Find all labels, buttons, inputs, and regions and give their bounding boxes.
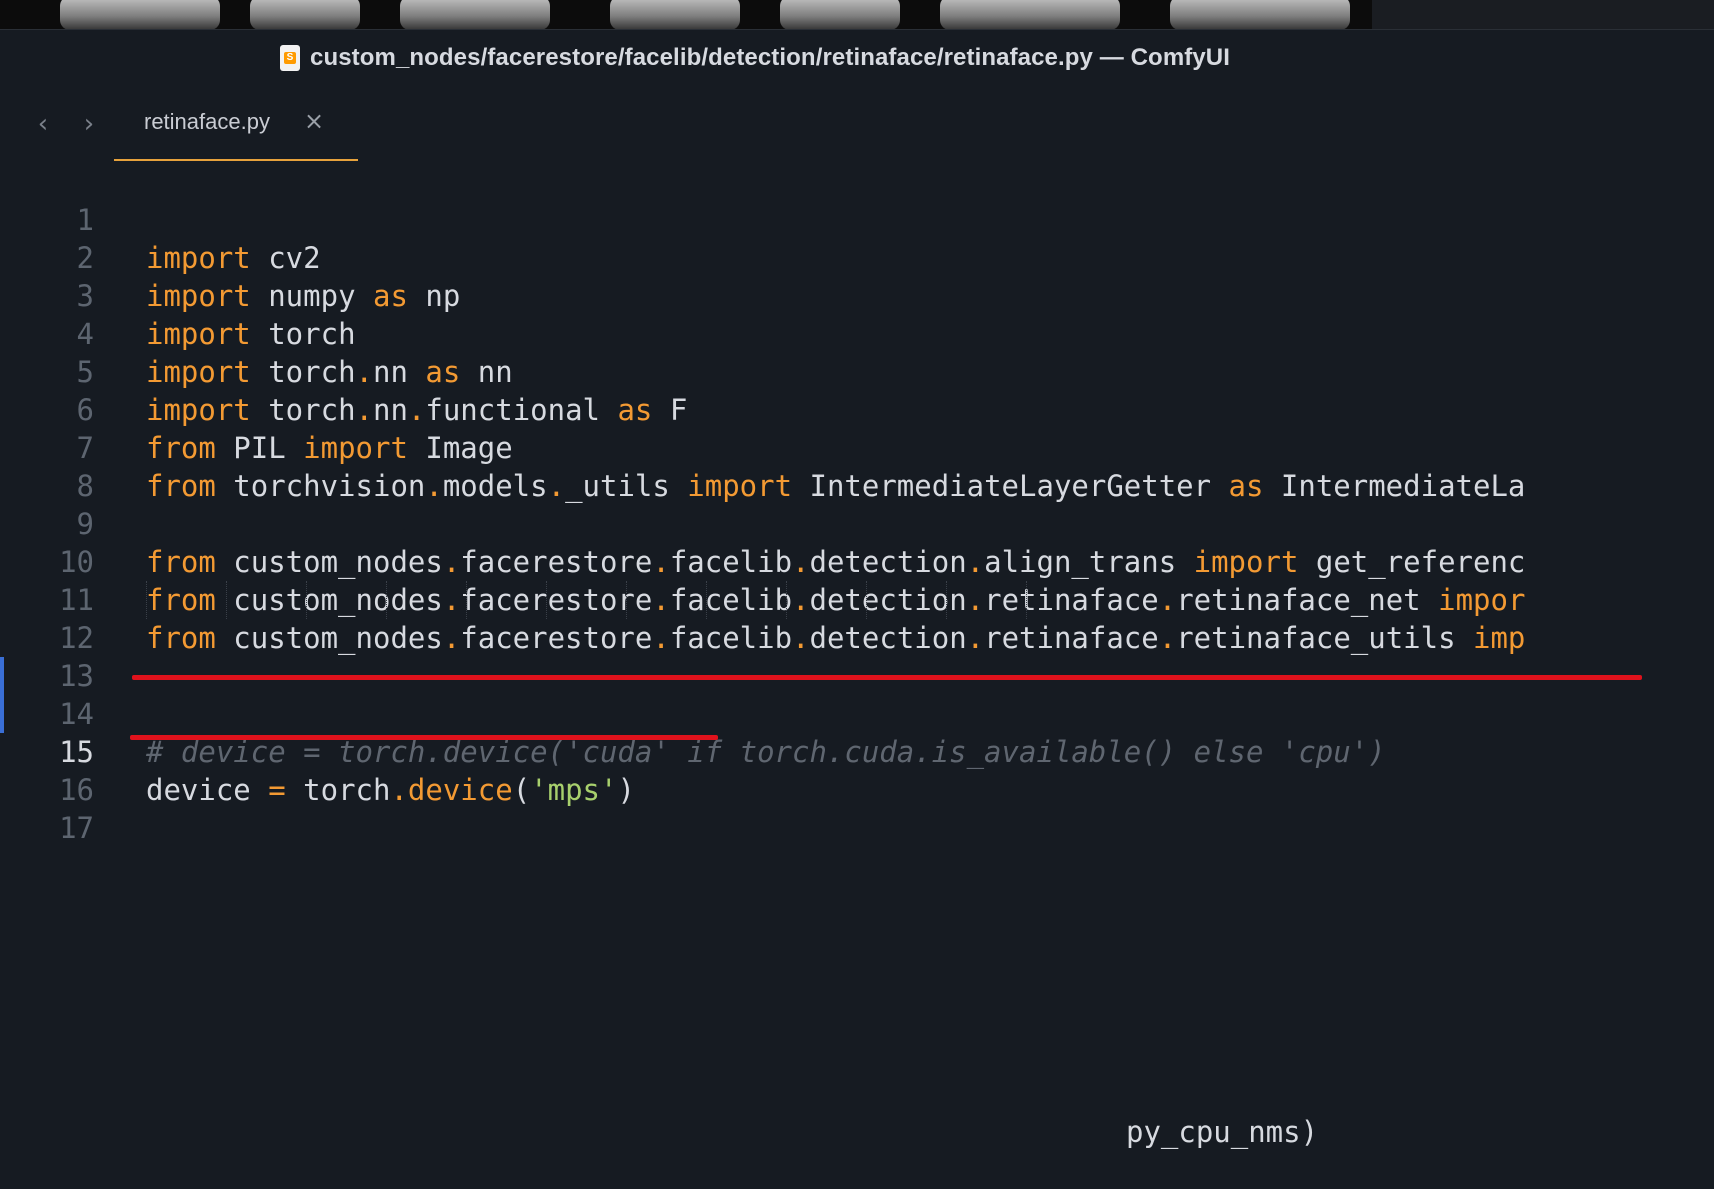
indent-guide [546,581,547,619]
indent-guide [146,581,147,619]
window-title: custom_nodes/facerestore/facelib/detecti… [310,44,1230,71]
window-title-group: S custom_nodes/facerestore/facelib/detec… [280,42,1230,74]
banner-shape [940,0,1120,29]
code-line: 11 from custom_nodes.facerestore.facelib… [0,543,1714,655]
code-line-current: 15 device = torch.device('mps') [0,695,1714,807]
code-line: 7 from torchvision.models._utils import … [0,391,1714,503]
code-line: 2 import numpy as np [0,201,1714,313]
banner-shape [250,0,360,29]
tab-label: retinaface.py [144,109,270,134]
banner-shape [400,0,550,29]
code-line: 8 [0,429,1714,503]
code-line: 12 py_cpu_nms) [0,581,1714,1149]
code-editor[interactable]: 1 import cv2 2 import numpy as np 3 impo… [0,163,1714,1149]
indent-guide [946,581,947,619]
code-line: 16 [0,733,1714,807]
banner-shape [780,0,900,29]
indent-guide [306,581,307,619]
code-line: 4 import torch.nn as nn [0,277,1714,389]
tab-bar: ‹ › retinaface.py × [0,85,1714,163]
code-line: 17 [0,771,1714,845]
indent-guide [386,581,387,619]
code-line: 3 import torch [0,239,1714,351]
indent-guide [866,581,867,619]
code-text: py_cpu_nms) [1126,1115,1319,1149]
back-arrow-icon[interactable]: ‹ [30,111,56,137]
code-line: 9 from custom_nodes.facerestore.facelib.… [0,467,1714,579]
indent-guide [466,581,467,619]
indent-guide [786,581,787,619]
banner-right-fill [1372,0,1714,29]
tab-retinaface-py[interactable]: retinaface.py × [114,85,358,161]
forward-arrow-icon[interactable]: › [76,111,102,137]
close-icon[interactable]: × [304,107,324,135]
line-number: 17 [59,811,94,845]
strikethrough-annotation [132,675,1642,680]
indent-guide [706,581,707,619]
indent-guide [226,581,227,619]
code-line: 5 import torch.nn.functional as F [0,315,1714,427]
code-line: 13 [0,619,1714,693]
sublime-file-icon: S [280,45,300,71]
top-image-strip [0,0,1714,29]
banner-shape [60,0,220,29]
indent-guide [626,581,627,619]
banner-shape [1170,0,1350,29]
indent-guide [1026,581,1027,619]
code-line: 1 import cv2 [0,163,1714,275]
window-titlebar: S custom_nodes/facerestore/facelib/detec… [0,29,1714,86]
code-line: 10 from custom_nodes.facerestore.facelib… [0,505,1714,617]
banner-shape [610,0,740,29]
code-line: 6 from PIL import Image [0,353,1714,465]
